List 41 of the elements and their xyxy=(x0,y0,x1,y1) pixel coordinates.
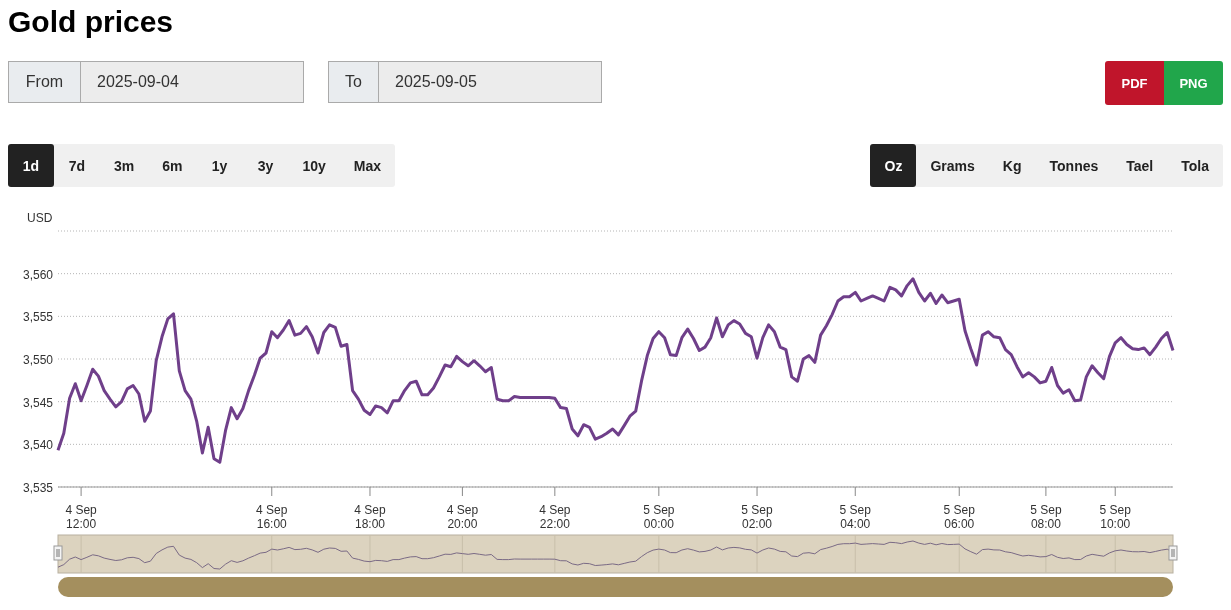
page-title: Gold prices xyxy=(8,4,175,40)
unit-tab[interactable]: Kg xyxy=(988,144,1036,187)
period-tab[interactable]: 3m xyxy=(100,144,149,187)
period-tab[interactable]: 7d xyxy=(54,144,100,187)
period-tab[interactable]: 1y xyxy=(196,144,243,187)
navigator-handle[interactable] xyxy=(1168,545,1178,561)
date-field[interactable]: 2025-09-04 xyxy=(80,61,304,103)
axis-label: 3,560 xyxy=(22,267,53,282)
period-tab[interactable]: 10y xyxy=(288,144,340,187)
unit-tab[interactable]: Tola xyxy=(1167,144,1223,187)
axis-label: 4 Sep 12:00 xyxy=(65,503,97,531)
field-label: From xyxy=(8,61,80,103)
period-tab[interactable]: 1d xyxy=(8,144,54,187)
navigator-handle[interactable] xyxy=(53,545,63,561)
unit-tab[interactable]: Grams xyxy=(916,144,989,187)
axis-title: USD xyxy=(27,211,53,225)
unit-tab[interactable]: Tonnes xyxy=(1035,144,1113,187)
axis-label: 4 Sep 16:00 xyxy=(256,503,288,531)
axis-label: 5 Sep 08:00 xyxy=(1030,503,1062,531)
axis-label: 3,555 xyxy=(22,310,53,325)
axis-label: 4 Sep 22:00 xyxy=(539,503,571,531)
axis-label: 3,540 xyxy=(22,438,53,453)
export-button[interactable]: PDF xyxy=(1105,61,1164,105)
axis-label: 3,550 xyxy=(22,353,53,367)
axis-label: 5 Sep 10:00 xyxy=(1099,503,1131,531)
axis-label: 5 Sep 00:00 xyxy=(643,503,675,531)
axis-label: 4 Sep 20:00 xyxy=(446,503,479,531)
field-label: To xyxy=(328,61,378,103)
period-tab[interactable]: Max xyxy=(339,144,396,187)
axis-label: 5 Sep 06:00 xyxy=(943,503,975,531)
axis-label: 5 Sep 02:00 xyxy=(741,503,773,531)
axis-label: 5 Sep 04:00 xyxy=(839,503,871,531)
unit-tab[interactable]: Oz xyxy=(870,144,917,187)
scrollbar-thumb[interactable] xyxy=(58,577,1173,597)
axis-label: 4 Sep 18:00 xyxy=(354,503,386,531)
axis-label: 3,535 xyxy=(22,481,53,495)
period-tab[interactable]: 3y xyxy=(242,144,289,187)
date-field[interactable]: 2025-09-05 xyxy=(378,61,602,103)
unit-tab[interactable]: Tael xyxy=(1112,144,1168,187)
axis-label: 3,545 xyxy=(22,395,53,410)
period-tab[interactable]: 6m xyxy=(148,144,197,187)
